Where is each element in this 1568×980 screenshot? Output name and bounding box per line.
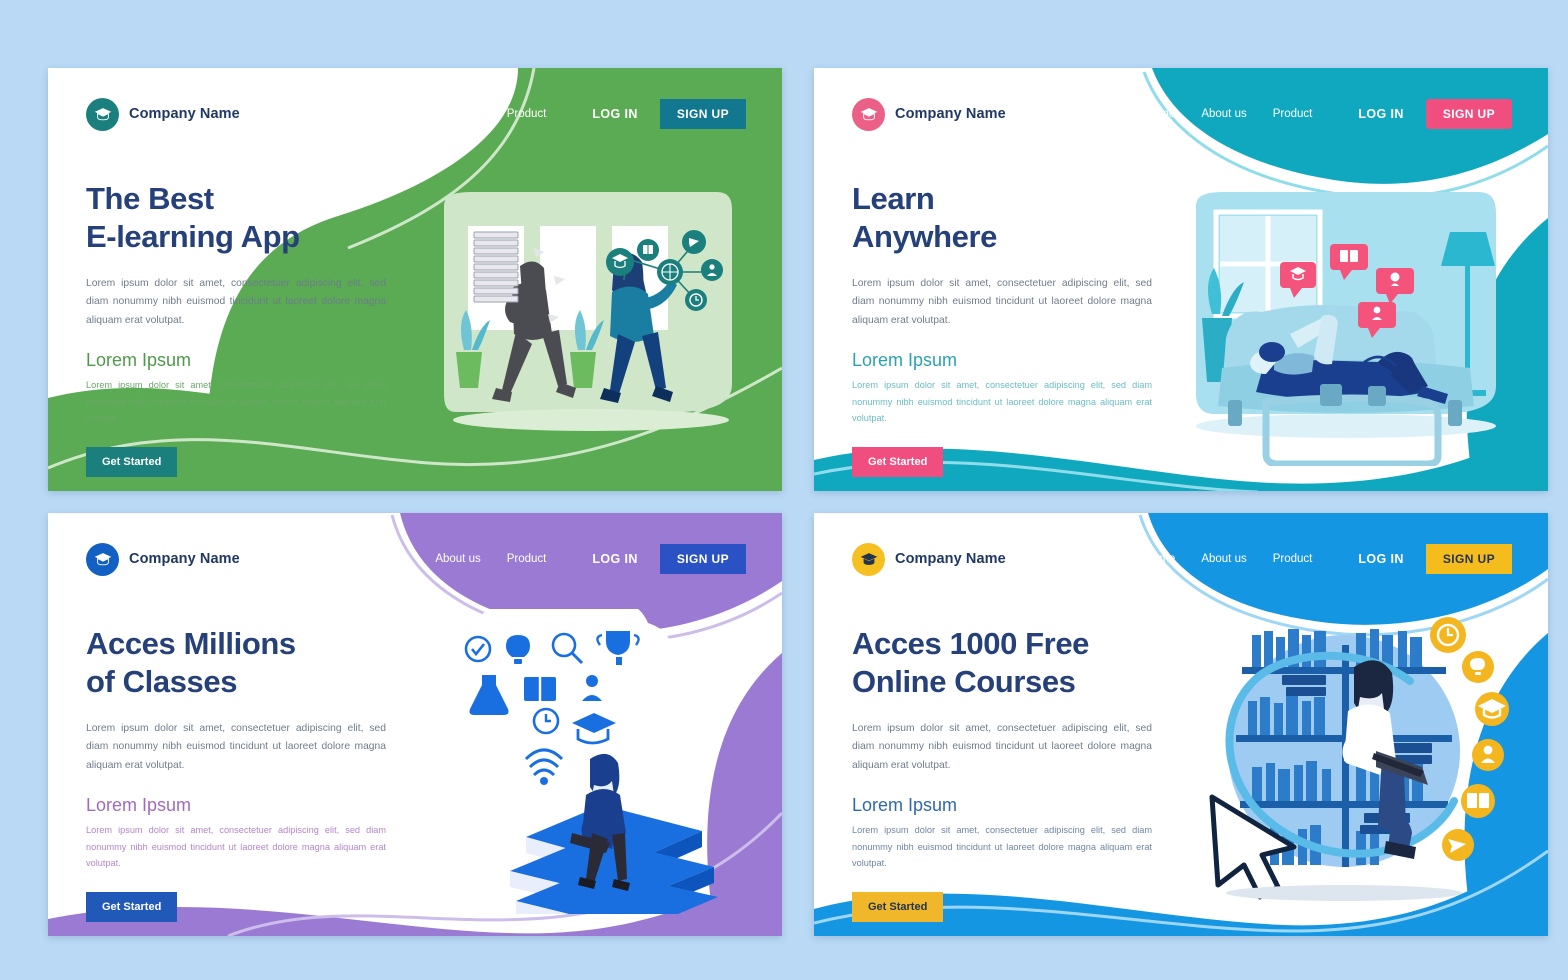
headline-line-1: The Best — [86, 181, 214, 216]
sub-body-text: Lorem ipsum dolor sit amet, consectetuer… — [86, 379, 386, 424]
nav-product[interactable]: Product — [507, 108, 547, 120]
page-title: Acces 1000 Free Online Courses — [852, 625, 1152, 702]
nav-login[interactable]: LOG IN — [592, 107, 637, 121]
lede-text: Lorem ipsum dolor sit amet, consectetuer… — [852, 277, 1152, 326]
panel4-nav: Home About us Product LOG IN SIGN UP — [1119, 544, 1512, 574]
nav-about[interactable]: About us — [1201, 553, 1246, 565]
nav-product[interactable]: Product — [507, 553, 547, 565]
page-title: The Best E-learning App — [86, 180, 386, 257]
lede-text: Lorem ipsum dolor sit amet, consectetuer… — [86, 277, 386, 326]
sub-body-text: Lorem ipsum dolor sit amet, consectetuer… — [852, 824, 1152, 869]
nav-home[interactable]: Home — [1145, 553, 1176, 565]
landing-page-mockup-board: Company Name Home About us Product LOG I… — [0, 0, 1568, 980]
panel-elearning-app: Company Name Home About us Product LOG I… — [48, 68, 782, 491]
sub-heading: Lorem Ipsum — [86, 794, 192, 815]
graduation-cap-icon — [86, 542, 119, 576]
illustration-two-people-books-network — [416, 188, 756, 473]
headline-line-1: Learn — [852, 181, 935, 216]
nav-login[interactable]: LOG IN — [592, 552, 637, 566]
panel1-copy: The Best E-learning App Lorem ipsum dolo… — [86, 180, 386, 478]
signup-button[interactable]: SIGN UP — [1425, 99, 1512, 129]
panel3-header: Company Name Home About us Product LOG I… — [48, 513, 782, 605]
nav-product[interactable]: Product — [1273, 108, 1313, 120]
headline-line-1: Acces 1000 Free — [852, 626, 1090, 661]
nav-home[interactable]: Home — [1145, 108, 1176, 120]
panel4-header: Company Name Home About us Product LOG I… — [814, 513, 1548, 605]
get-started-button[interactable]: Get Started — [852, 892, 944, 923]
headline-line-2: Anywhere — [852, 219, 997, 255]
signup-button[interactable]: SIGN UP — [1425, 544, 1512, 574]
brand-name: Company Name — [895, 106, 1006, 122]
panel2-nav: Home About us Product LOG IN SIGN UP — [1119, 99, 1512, 129]
headline-line-2: E-learning App — [86, 219, 300, 255]
brand[interactable]: Company Name — [852, 97, 1006, 131]
brand[interactable]: Company Name — [86, 542, 240, 576]
panel-learn-anywhere: Company Name Home About us Product LOG I… — [814, 68, 1548, 491]
panel4-copy: Acces 1000 Free Online Courses Lorem ips… — [852, 625, 1152, 923]
page-title: Acces Millions of Classes — [86, 625, 386, 702]
panel3-copy: Acces Millions of Classes Lorem ipsum do… — [86, 625, 386, 923]
nav-about[interactable]: About us — [1201, 108, 1246, 120]
brand-name: Company Name — [895, 551, 1006, 567]
graduation-cap-icon — [852, 542, 885, 576]
sub-heading: Lorem Ipsum — [852, 349, 958, 370]
brand-name: Company Name — [129, 551, 240, 567]
lede-text: Lorem ipsum dolor sit amet, consectetuer… — [86, 722, 386, 771]
panel2-header: Company Name Home About us Product LOG I… — [814, 68, 1548, 160]
headline-line-2: of Classes — [86, 664, 238, 700]
illustration-person-on-book-stack — [426, 609, 746, 914]
signup-button[interactable]: SIGN UP — [659, 99, 746, 129]
nav-login[interactable]: LOG IN — [1358, 107, 1403, 121]
nav-about[interactable]: About us — [435, 553, 480, 565]
panel3-nav: Home About us Product LOG IN SIGN UP — [353, 544, 746, 574]
brand[interactable]: Company Name — [86, 97, 240, 131]
nav-home[interactable]: Home — [379, 553, 410, 565]
illustration-bookshelf-laptop-cursor — [1196, 605, 1514, 905]
panel-acces-1000-courses: Company Name Home About us Product LOG I… — [814, 513, 1548, 936]
nav-home[interactable]: Home — [379, 108, 410, 120]
sub-body-text: Lorem ipsum dolor sit amet, consectetuer… — [852, 379, 1152, 424]
get-started-button[interactable]: Get Started — [86, 892, 178, 923]
signup-button[interactable]: SIGN UP — [659, 544, 746, 574]
sub-heading: Lorem Ipsum — [86, 349, 192, 370]
panel-acces-millions: Company Name Home About us Product LOG I… — [48, 513, 782, 936]
lede-text: Lorem ipsum dolor sit amet, consectetuer… — [852, 722, 1152, 771]
graduation-cap-icon — [852, 97, 885, 131]
brand-name: Company Name — [129, 106, 240, 122]
nav-product[interactable]: Product — [1273, 553, 1313, 565]
panel1-nav: Home About us Product LOG IN SIGN UP — [353, 99, 746, 129]
brand[interactable]: Company Name — [852, 542, 1006, 576]
graduation-cap-icon — [86, 97, 119, 131]
nav-login[interactable]: LOG IN — [1358, 552, 1403, 566]
nav-about[interactable]: About us — [435, 108, 480, 120]
panel2-copy: Learn Anywhere Lorem ipsum dolor sit ame… — [852, 180, 1152, 478]
sub-heading: Lorem Ipsum — [852, 794, 958, 815]
panel1-header: Company Name Home About us Product LOG I… — [48, 68, 782, 160]
headline-line-1: Acces Millions — [86, 626, 296, 661]
get-started-button[interactable]: Get Started — [852, 447, 944, 478]
illustration-person-on-sofa-with-tablet — [1172, 186, 1520, 466]
page-title: Learn Anywhere — [852, 180, 1152, 257]
headline-line-2: Online Courses — [852, 664, 1076, 700]
sub-body-text: Lorem ipsum dolor sit amet, consectetuer… — [86, 824, 386, 869]
get-started-button[interactable]: Get Started — [86, 447, 178, 478]
